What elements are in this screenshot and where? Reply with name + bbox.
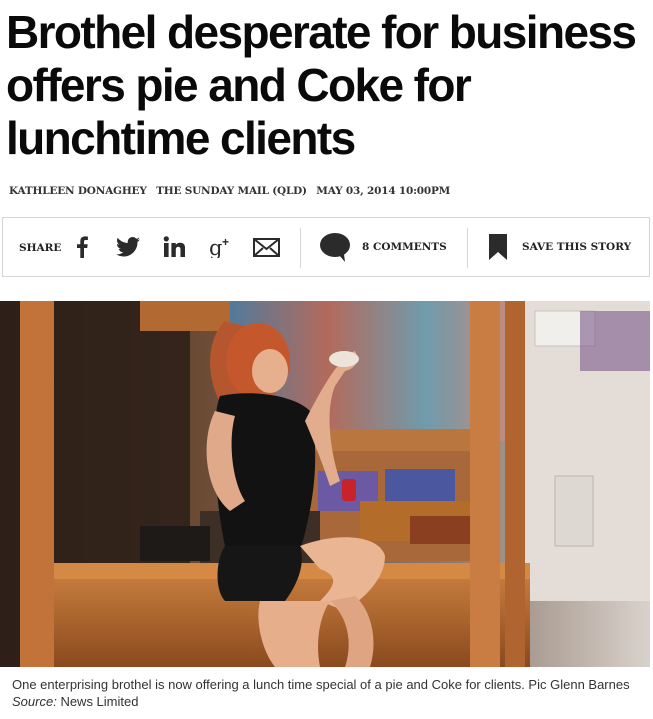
photo-source-label: Source:	[12, 694, 57, 709]
article-photo	[0, 301, 650, 667]
sharebar-divider	[467, 228, 468, 268]
bookmark-icon[interactable]	[483, 232, 513, 262]
article-headline: Brothel desperate for business offers pi…	[6, 6, 637, 164]
photo-source: Source: News Limited	[12, 694, 138, 709]
save-story-button[interactable]: SAVE THIS STORY	[522, 241, 631, 253]
photo-caption: One enterprising brothel is now offering…	[12, 677, 630, 692]
byline-author[interactable]: KATHLEEN DONAGHEY	[9, 185, 147, 197]
comments-link[interactable]: 8 COMMENTS	[362, 241, 447, 253]
byline-publication: THE SUNDAY MAIL (QLD)	[156, 185, 307, 197]
svg-text:g: g	[209, 236, 222, 258]
svg-text:+: +	[222, 236, 229, 249]
linkedin-icon[interactable]	[159, 232, 189, 262]
comment-bubble-icon[interactable]	[318, 230, 352, 264]
twitter-icon[interactable]	[113, 232, 143, 262]
sharebar-divider	[300, 228, 301, 268]
email-icon[interactable]	[251, 232, 281, 262]
facebook-icon[interactable]	[67, 232, 97, 262]
photo-source-value: News Limited	[60, 694, 139, 709]
share-label: SHARE	[19, 242, 62, 254]
share-bar: SHARE g + 8 COMMENTS SAVE THIS STORY	[2, 217, 650, 277]
google-plus-icon[interactable]: g +	[206, 232, 236, 262]
byline-date: MAY 03, 2014 10:00PM	[316, 185, 451, 197]
article-byline: KATHLEEN DONAGHEY THE SUNDAY MAIL (QLD) …	[9, 185, 649, 197]
